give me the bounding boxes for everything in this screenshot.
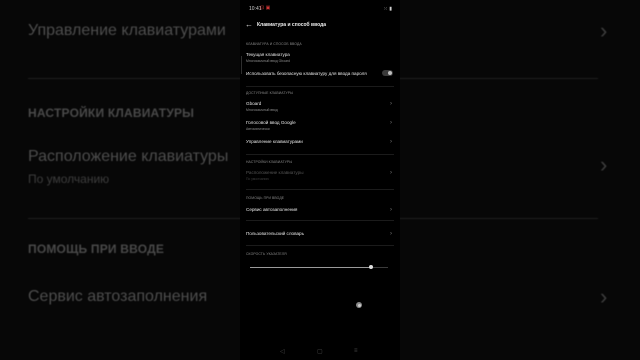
- slider-fill: [250, 267, 372, 268]
- assistive-touch-icon: [357, 303, 361, 307]
- chevron-right-icon: ›: [390, 170, 392, 176]
- section-keyboards-and-input: КЛАВИАТУРА И СПОСОБ ВВОДА: [246, 42, 302, 46]
- bg-chevron-icon: ›: [600, 18, 608, 43]
- chevron-right-icon: ›: [390, 139, 392, 145]
- user-dictionary-label: Пользовательский словарь: [246, 231, 304, 236]
- slider-thumb[interactable]: [369, 265, 374, 269]
- phone-screen: 10:41 ⊡ ▣ ⁙ ▮ ← Клавиатура и способ ввод…: [240, 0, 400, 360]
- chevron-right-icon: ›: [390, 231, 392, 237]
- signal-battery-icon: ⁙ ▮: [383, 6, 392, 12]
- section-input-help: ПОМОЩЬ ПРИ ВВОДЕ: [246, 196, 285, 200]
- chevron-right-icon: ›: [390, 207, 392, 213]
- bg-autofill-service: Сервис автозаполнения: [28, 288, 208, 305]
- bg-input-help-header: ПОМОЩЬ ПРИ ВВОДЕ: [28, 242, 165, 256]
- bg-keyboard-layout: Расположение клавиатуры: [28, 148, 229, 165]
- keyboard-layout-label: Расположение клавиатуры: [246, 170, 304, 175]
- google-voice-subtitle: Автоматически: [246, 127, 270, 131]
- notification-icons: ⊡ ▣: [260, 5, 271, 11]
- page-title: Клавиатура и способ ввода: [257, 22, 327, 28]
- pointer-speed-slider[interactable]: [250, 265, 388, 269]
- keyboard-layout-value: По умолчанию: [246, 177, 269, 181]
- nav-back-icon[interactable]: ◁: [280, 348, 285, 355]
- toggle-knob: [388, 71, 392, 75]
- app-bar: ← Клавиатура и способ ввода: [240, 20, 400, 32]
- chevron-right-icon: ›: [390, 120, 392, 126]
- back-arrow-icon[interactable]: ←: [245, 20, 253, 29]
- status-bar: 10:41 ⊡ ▣ ⁙ ▮: [240, 4, 400, 14]
- bg-keyboard-layout-value: По умолчанию: [28, 172, 110, 186]
- gboard-subtitle: Многоязычный ввод: [246, 108, 278, 112]
- bg-chevron-icon: ›: [600, 284, 608, 309]
- section-pointer-speed: СКОРОСТЬ УКАЗАТЕЛЯ: [246, 252, 287, 256]
- divider: [246, 154, 394, 155]
- bg-manage-keyboards: Управление клавиатурами: [28, 22, 226, 39]
- divider: [246, 220, 394, 221]
- current-keyboard-label: Текущая клавиатура: [246, 52, 290, 57]
- secure-keyboard-label: Использовать безопасную клавиатуру для в…: [246, 71, 367, 76]
- section-keyboard-settings: НАСТРОЙКИ КЛАВИАТУРЫ: [246, 160, 293, 164]
- bg-keyboard-settings-header: НАСТРОЙКИ КЛАВИАТУРЫ: [28, 106, 195, 120]
- section-available-keyboards: ДОСТУПНЫЕ КЛАВИАТУРЫ: [246, 91, 294, 95]
- chevron-right-icon: ›: [390, 101, 392, 107]
- divider: [246, 189, 394, 190]
- divider: [246, 245, 394, 246]
- secure-keyboard-toggle[interactable]: [382, 70, 393, 76]
- autofill-service-label: Сервис автозаполнения: [246, 207, 298, 212]
- divider: [246, 86, 394, 87]
- navigation-bar: ◁ ▢ ≡: [240, 348, 400, 358]
- assistive-touch-button[interactable]: [356, 302, 362, 308]
- gboard-label: Gboard: [246, 101, 262, 106]
- nav-home-icon[interactable]: ▢: [317, 348, 323, 355]
- manage-keyboards-label: Управление клавиатурами: [246, 139, 303, 144]
- current-keyboard-value: Многоязычный ввод Gboard: [246, 59, 290, 63]
- nav-recents-icon[interactable]: ≡: [354, 348, 358, 354]
- google-voice-label: Голосовой ввод Google: [246, 120, 296, 125]
- bg-chevron-icon: ›: [600, 152, 608, 177]
- scrollbar[interactable]: [241, 56, 242, 74]
